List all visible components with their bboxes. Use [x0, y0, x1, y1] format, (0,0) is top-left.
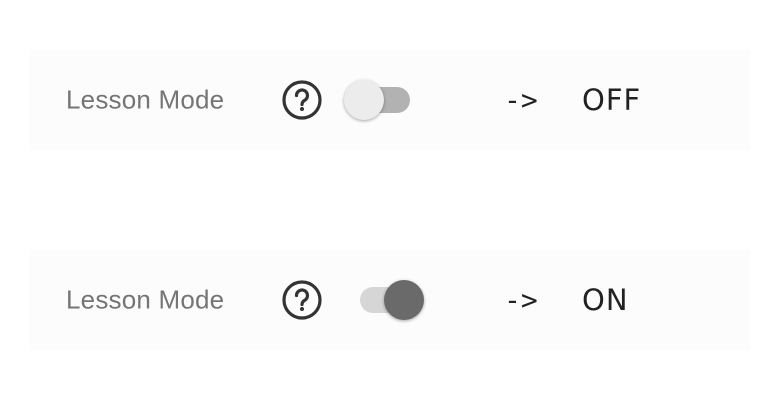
toggle-state-text: ON: [582, 283, 629, 317]
arrow-indicator: ->: [504, 83, 538, 117]
toggle-thumb: [384, 280, 424, 320]
lesson-mode-label: Lesson Mode: [66, 284, 225, 315]
help-circle-icon[interactable]: [280, 78, 324, 122]
lesson-mode-label: Lesson Mode: [66, 84, 225, 115]
lesson-mode-toggle[interactable]: [344, 278, 430, 322]
help-circle-icon[interactable]: [280, 278, 324, 322]
toggle-thumb: [344, 80, 384, 120]
lesson-mode-toggle[interactable]: [344, 78, 430, 122]
arrow-indicator: ->: [504, 283, 538, 317]
toggle-state-text: OFF: [582, 83, 642, 117]
lesson-mode-row-off: Lesson Mode -> OFF: [30, 50, 750, 150]
lesson-mode-row-on: Lesson Mode -> ON: [30, 250, 750, 350]
